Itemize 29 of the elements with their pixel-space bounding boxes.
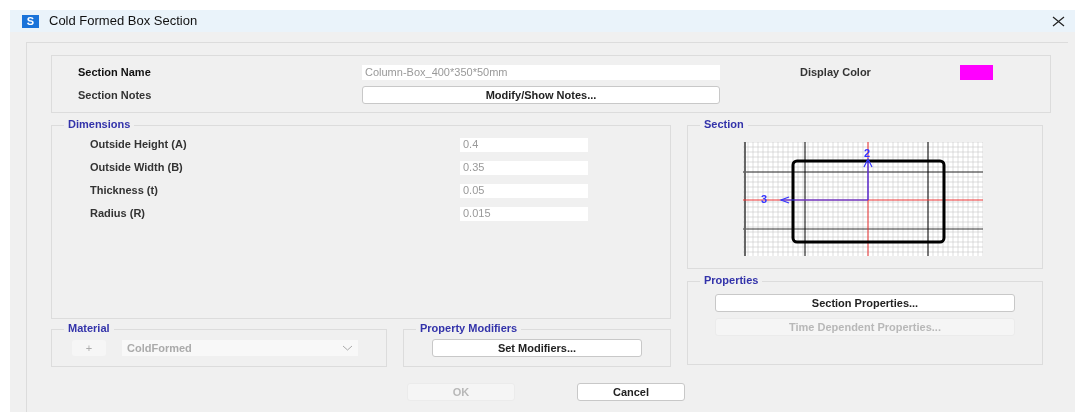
button[interactable]: Section Properties... — [715, 294, 1015, 312]
dimension-field[interactable]: 0.4 — [460, 137, 588, 152]
field-label: Outside Height (A) — [90, 137, 188, 153]
group-title: Dimensions — [64, 117, 135, 131]
field-label: Display Color — [800, 64, 872, 80]
window-title: Cold Formed Box Section — [49, 12, 198, 31]
dimension-field[interactable]: 0.35 — [460, 160, 588, 175]
button[interactable]: Cancel — [577, 383, 685, 401]
color-swatch[interactable] — [960, 64, 993, 80]
close-icon[interactable] — [1052, 15, 1065, 27]
field-label: Outside Width (B) — [90, 160, 184, 176]
group-title: Properties — [700, 273, 763, 287]
field-label: Section Name — [78, 64, 152, 80]
button[interactable]: Modify/Show Notes... — [362, 86, 720, 105]
field-label: Thickness (t) — [90, 183, 159, 199]
dimension-field[interactable]: 0.015 — [460, 206, 588, 221]
group-title: Material — [64, 321, 114, 335]
section-drawing: 2 3 — [743, 142, 983, 256]
group-title: Property Modifiers — [416, 321, 522, 335]
field-label: Radius (R) — [90, 206, 146, 222]
group-title: Section — [700, 117, 748, 131]
app-logo: S — [22, 14, 39, 28]
button[interactable]: Set Modifiers... — [432, 339, 642, 357]
add-button[interactable]: + — [72, 340, 106, 356]
chevron-down-icon — [342, 345, 353, 351]
field-label: Section Notes — [78, 88, 153, 103]
section-name-field[interactable]: Column-Box_400*350*50mm — [362, 64, 720, 80]
dimension-field[interactable]: 0.05 — [460, 183, 588, 198]
material-dropdown[interactable]: ColdFormed — [122, 340, 358, 356]
